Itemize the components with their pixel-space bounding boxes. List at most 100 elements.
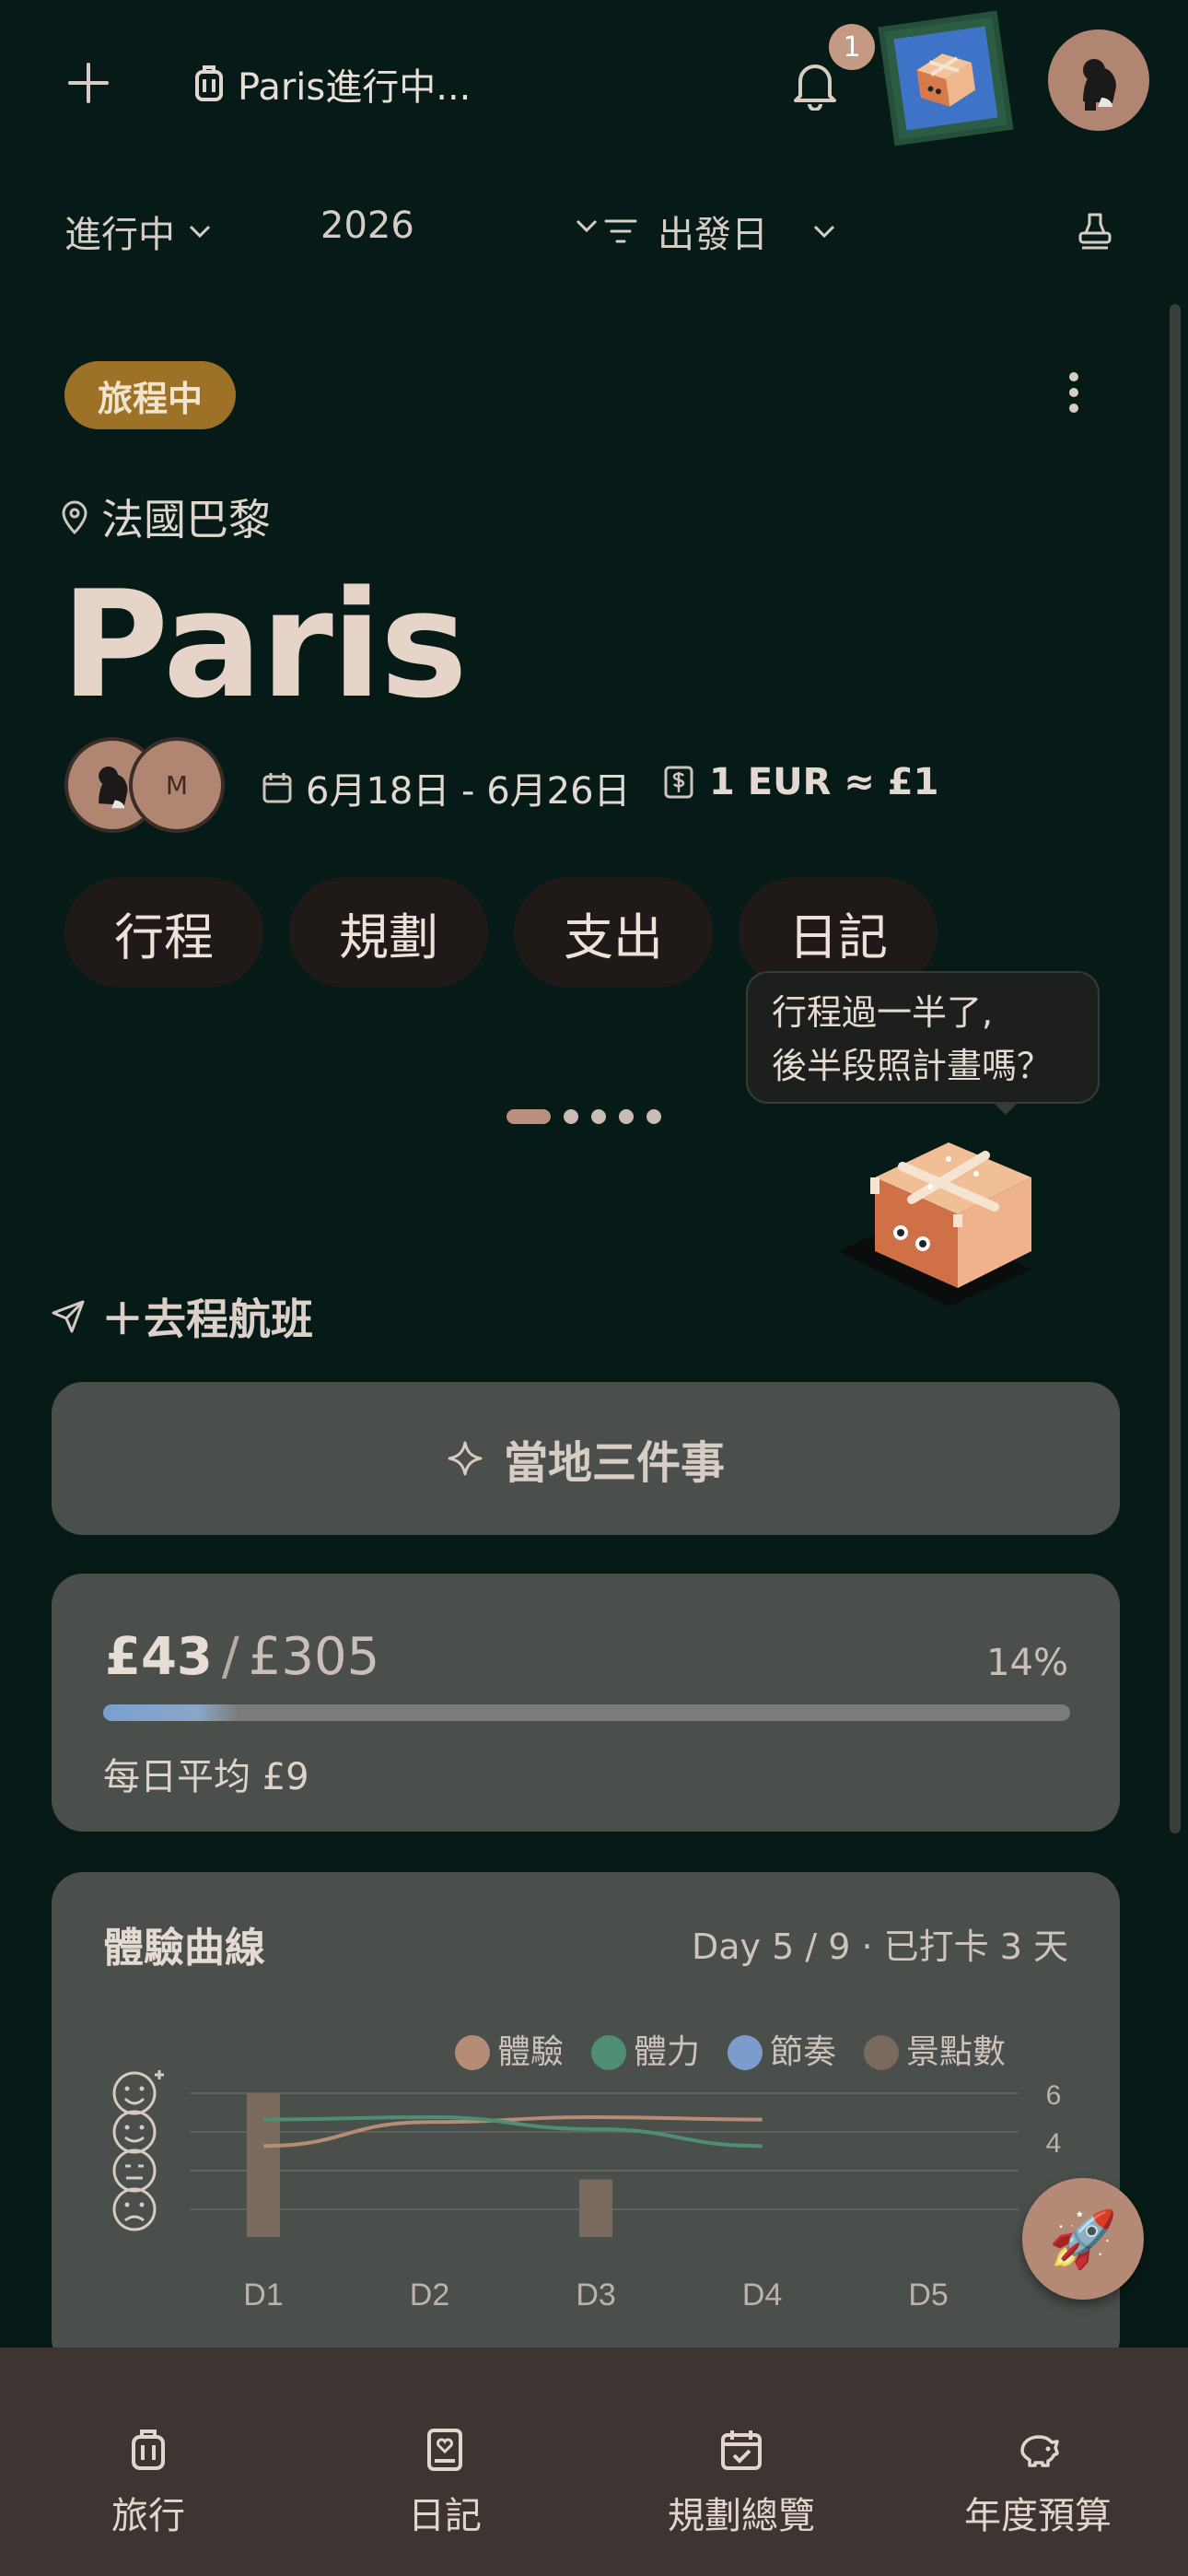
sort-filter[interactable]: 出發日 [604, 205, 836, 258]
bottom-nav: 旅行 日記 規劃總覽 年度預算 [0, 2348, 1188, 2576]
y-tick-label: 4 [1046, 2128, 1062, 2159]
local-three-things-label: 當地三件事 [503, 1437, 725, 1489]
bell-icon [794, 64, 836, 111]
page-dot-active[interactable] [507, 1109, 551, 1124]
page-dot[interactable] [591, 1109, 606, 1124]
stamp-icon [1078, 213, 1112, 250]
page-dot[interactable] [619, 1109, 634, 1124]
currency-icon [664, 766, 693, 799]
x-tick-label: D1 [243, 2277, 283, 2313]
x-tick-label: D3 [576, 2277, 615, 2313]
bar-attractions-D1 [247, 2093, 280, 2237]
journal-icon [427, 2429, 462, 2471]
year-filter[interactable]: 2026 [320, 205, 599, 247]
trip-selector[interactable]: Paris進行中... [193, 57, 471, 111]
map-pin-icon [62, 500, 87, 534]
rocket-icon: 🚀 [1048, 2207, 1118, 2272]
add-outbound-flight-label: ＋去程航班 [101, 1294, 313, 1344]
page-indicator [507, 1109, 661, 1124]
more-vertical-icon [1069, 372, 1078, 413]
avatar-figure-icon [1083, 59, 1116, 111]
budget-total: £305 [248, 1627, 380, 1687]
tab-expenses[interactable]: 支出 [514, 877, 713, 988]
piggy-bank-icon [1020, 2435, 1059, 2467]
nav-journal[interactable]: 日記 [297, 2348, 593, 2576]
x-tick-label: D5 [908, 2277, 948, 2313]
box-mascot-icon [916, 53, 976, 107]
chart-y-labels: 64 [1046, 2080, 1062, 2159]
chart-x-labels: D1 D2 D3 D4 D5 [243, 2277, 949, 2313]
budget-card[interactable]: £43/£305 14% 每日平均 £9 [52, 1574, 1120, 1832]
chart-bars [247, 2093, 613, 2237]
add-outbound-flight-button[interactable]: ＋去程航班 [50, 1286, 313, 1347]
mascot-tooltip: 行程過一半了, 後半段照計畫嗎？ [746, 971, 1100, 1104]
nav-planning-overview[interactable]: 規劃總覽 [593, 2348, 890, 2576]
chevron-down-icon [576, 219, 597, 233]
stamp-image [893, 26, 998, 131]
status-filter[interactable]: 進行中 [64, 205, 212, 258]
add-trip-button[interactable] [61, 55, 116, 111]
trip-location-label: 法國巴黎 [101, 495, 271, 544]
experience-chart: D1 D2 D3 D4 D5 64 [112, 2070, 1062, 2313]
status-filter-label: 進行中 [64, 214, 175, 256]
stamp-tool-button[interactable] [1072, 206, 1118, 256]
luggage-icon [132, 2430, 165, 2470]
daily-average: 每日平均 £9 [103, 1756, 309, 1798]
notification-badge: 1 [829, 24, 875, 70]
mood-sad-icon [112, 2187, 157, 2231]
tooltip-tail [993, 1102, 1019, 1115]
trip-status-badge: 旅程中 [64, 361, 236, 429]
tooltip-line-1: 行程過一半了, [772, 992, 994, 1033]
trip-selector-label: Paris進行中... [238, 66, 472, 109]
trip-dates-label: 6月18日 - 6月26日 [306, 770, 631, 813]
page-dot[interactable] [646, 1109, 661, 1124]
budget-spent: £43 [105, 1627, 213, 1687]
rocket-fab-button[interactable]: 🚀 [1022, 2178, 1144, 2300]
nav-travel-label: 旅行 [111, 2495, 185, 2537]
budget-percent: 14% [986, 1642, 1068, 1684]
tab-planning[interactable]: 規劃 [289, 877, 488, 988]
mood-very-happy-icon [112, 2070, 164, 2115]
nav-journal-label: 日記 [408, 2495, 482, 2537]
budget-amount: £43/£305 [105, 1627, 379, 1687]
luggage-icon [195, 65, 223, 101]
budget-progress-bar [103, 1704, 1070, 1721]
stamp-collection-button[interactable] [878, 10, 1014, 146]
nav-annual-budget-label: 年度預算 [964, 2495, 1112, 2537]
trip-dates: 6月18日 - 6月26日 [262, 761, 631, 814]
user-avatar[interactable] [1048, 29, 1149, 131]
member-avatar-initial[interactable]: M [129, 737, 225, 833]
year-filter-label: 2026 [320, 205, 414, 247]
nav-planning-overview-label: 規劃總覽 [668, 2495, 815, 2537]
x-tick-label: D4 [742, 2277, 782, 2313]
calendar-check-icon [721, 2430, 762, 2470]
exchange-rate: 1 EUR ≈ £1 [663, 761, 938, 803]
chevron-down-icon [189, 225, 211, 239]
box-mascot-icon [838, 1142, 1031, 1306]
nav-travel[interactable]: 旅行 [0, 2348, 297, 2576]
experience-curve-card[interactable]: 體驗曲線 Day 5 / 9 · 已打卡 3 天 體驗 體力 節奏 景點數 D1… [52, 1872, 1120, 2370]
tooltip-line-2: 後半段照計畫嗎？ [772, 1046, 1053, 1086]
mood-neutral-icon [112, 2149, 157, 2193]
more-options-button[interactable] [1059, 365, 1089, 420]
sort-filter-label: 出發日 [658, 214, 768, 256]
trip-title: Paris [61, 558, 468, 731]
scrollbar[interactable] [1170, 304, 1181, 1833]
page-dot[interactable] [564, 1109, 578, 1124]
tab-itinerary[interactable]: 行程 [64, 877, 263, 988]
top-bar: Paris進行中... 1 [0, 0, 1188, 175]
y-tick-label: 6 [1046, 2080, 1062, 2111]
sparkle-icon [448, 1441, 483, 1476]
calendar-icon [262, 773, 292, 803]
trip-location: 法國巴黎 [61, 486, 271, 547]
local-three-things-button[interactable]: 當地三件事 [52, 1382, 1120, 1535]
chevron-down-icon [813, 225, 835, 239]
budget-progress-fill [103, 1704, 239, 1721]
nav-annual-budget[interactable]: 年度預算 [890, 2348, 1186, 2576]
paper-plane-icon [52, 1300, 85, 1333]
exchange-rate-label: 1 EUR ≈ £1 [709, 761, 939, 803]
x-tick-label: D2 [410, 2277, 449, 2313]
box-mascot[interactable] [838, 1122, 1114, 1316]
bar-attractions-D3 [579, 2179, 613, 2237]
sort-icon [604, 219, 637, 243]
